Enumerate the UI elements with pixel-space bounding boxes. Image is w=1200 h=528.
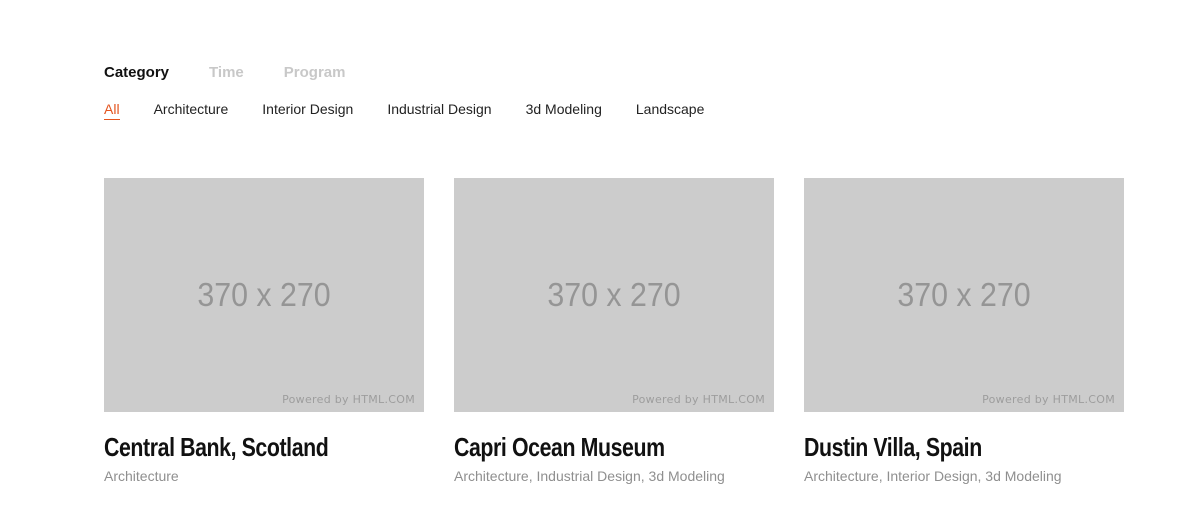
tab-category[interactable]: Category: [104, 64, 169, 81]
category-filters: All Architecture Interior Design Industr…: [104, 101, 704, 120]
placeholder-size-text: 370 x 270: [897, 276, 1031, 313]
tab-program[interactable]: Program: [284, 64, 346, 81]
filter-landscape[interactable]: Landscape: [636, 101, 705, 120]
placeholder-credit: Powered by HTML.COM: [632, 393, 765, 406]
tab-time[interactable]: Time: [209, 64, 244, 81]
project-card[interactable]: 370 x 270 Powered by HTML.COM Dustin Vil…: [804, 178, 1124, 484]
filter-interior-design[interactable]: Interior Design: [262, 101, 353, 120]
project-grid: 370 x 270 Powered by HTML.COM Central Ba…: [104, 178, 1124, 484]
portfolio-section: Category Time Program All Architecture I…: [0, 0, 1200, 528]
filter-all[interactable]: All: [104, 101, 120, 120]
project-image-placeholder[interactable]: 370 x 270 Powered by HTML.COM: [454, 178, 774, 412]
filter-3d-modeling[interactable]: 3d Modeling: [526, 101, 602, 120]
project-image-placeholder[interactable]: 370 x 270 Powered by HTML.COM: [104, 178, 424, 412]
project-tags: Architecture, Interior Design, 3d Modeli…: [804, 468, 1062, 484]
filter-architecture[interactable]: Architecture: [154, 101, 229, 120]
placeholder-size-text: 370 x 270: [197, 276, 331, 313]
project-card[interactable]: 370 x 270 Powered by HTML.COM Central Ba…: [104, 178, 424, 484]
project-tags: Architecture: [104, 468, 179, 484]
project-title[interactable]: Dustin Villa, Spain: [804, 432, 1066, 462]
project-image-placeholder[interactable]: 370 x 270 Powered by HTML.COM: [804, 178, 1124, 412]
project-title[interactable]: Central Bank, Scotland: [104, 432, 366, 462]
project-card[interactable]: 370 x 270 Powered by HTML.COM Capri Ocea…: [454, 178, 774, 484]
placeholder-credit: Powered by HTML.COM: [282, 393, 415, 406]
placeholder-size-text: 370 x 270: [547, 276, 681, 313]
filter-group-tabs: Category Time Program: [104, 64, 345, 81]
filter-industrial-design[interactable]: Industrial Design: [387, 101, 491, 120]
project-tags: Architecture, Industrial Design, 3d Mode…: [454, 468, 725, 484]
placeholder-credit: Powered by HTML.COM: [982, 393, 1115, 406]
project-title[interactable]: Capri Ocean Museum: [454, 432, 716, 462]
